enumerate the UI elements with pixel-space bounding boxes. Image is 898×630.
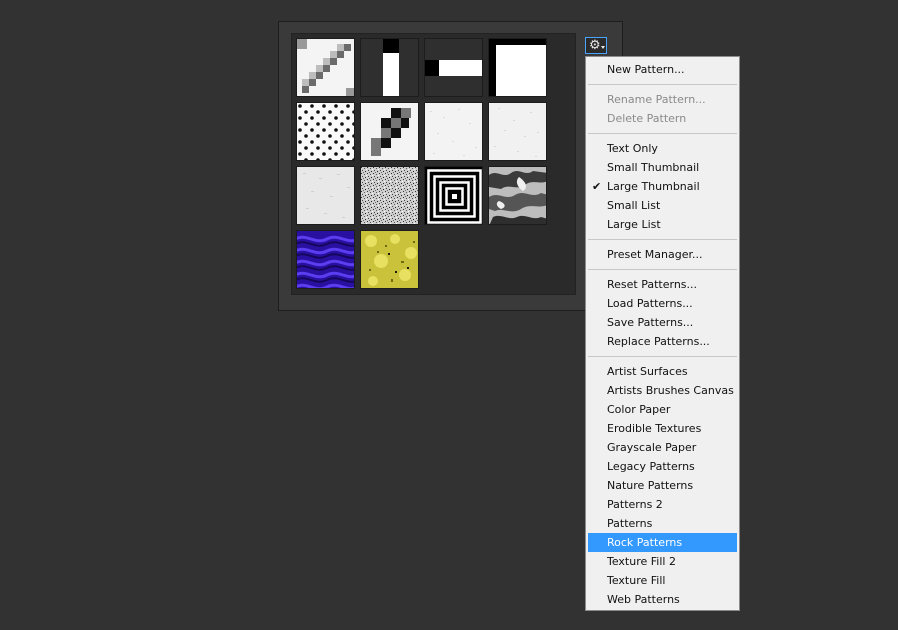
menu-item-new-pattern[interactable]: New Pattern...: [588, 60, 737, 79]
pattern-swatch-paper-light-2[interactable]: [488, 102, 547, 161]
pattern-swatch-diagonal-dark[interactable]: [360, 102, 419, 161]
pattern-swatch-paper-light[interactable]: [424, 102, 483, 161]
menu-item-label: Artists Brushes Canvas: [607, 384, 734, 397]
menu-item-label: Color Paper: [607, 403, 671, 416]
menu-item-label: Small Thumbnail: [607, 161, 700, 174]
menu-item-small-list[interactable]: Small List: [588, 196, 737, 215]
menu-item-reset-patterns[interactable]: Reset Patterns...: [588, 275, 737, 294]
menu-separator: [588, 133, 737, 134]
menu-separator: [588, 356, 737, 357]
menu-item-label: Reset Patterns...: [607, 278, 698, 291]
menu-item-patterns-2[interactable]: Patterns 2: [588, 495, 737, 514]
menu-item-label: New Pattern...: [607, 63, 685, 76]
menu-item-label: Replace Patterns...: [607, 335, 710, 348]
pattern-swatch-vertical-bar[interactable]: [360, 38, 419, 97]
menu-item-web-patterns[interactable]: Web Patterns: [588, 590, 737, 609]
menu-item-nature-patterns[interactable]: Nature Patterns: [588, 476, 737, 495]
menu-separator: [588, 239, 737, 240]
menu-item-save-patterns[interactable]: Save Patterns...: [588, 313, 737, 332]
menu-item-label: Text Only: [607, 142, 658, 155]
menu-item-load-patterns[interactable]: Load Patterns...: [588, 294, 737, 313]
pattern-picker-panel: [278, 21, 623, 311]
menu-item-label: Texture Fill: [607, 574, 666, 587]
menu-item-erodible-textures[interactable]: Erodible Textures: [588, 419, 737, 438]
pattern-swatch-horizontal-bar[interactable]: [424, 38, 483, 97]
menu-item-label: Load Patterns...: [607, 297, 693, 310]
pattern-swatch-camouflage[interactable]: [488, 166, 547, 225]
menu-item-label: Web Patterns: [607, 593, 680, 606]
menu-item-label: Artist Surfaces: [607, 365, 688, 378]
menu-item-label: Nature Patterns: [607, 479, 694, 492]
pattern-settings-button[interactable]: ⚙: [585, 37, 607, 54]
menu-item-label: Texture Fill 2: [607, 555, 676, 568]
menu-item-artist-surfaces[interactable]: Artist Surfaces: [588, 362, 737, 381]
menu-item-large-thumbnail[interactable]: ✔ Large Thumbnail: [588, 177, 737, 196]
pattern-swatch-concentric-squares[interactable]: [424, 166, 483, 225]
menu-item-label: Patterns 2: [607, 498, 663, 511]
menu-item-texture-fill-2[interactable]: Texture Fill 2: [588, 552, 737, 571]
pattern-swatch-paper-gray[interactable]: [296, 166, 355, 225]
pattern-grid: [291, 33, 576, 295]
menu-item-label: Patterns: [607, 517, 653, 530]
menu-item-label: Large List: [607, 218, 661, 231]
chevron-down-icon: [601, 46, 605, 49]
menu-item-label: Rock Patterns: [607, 536, 683, 549]
menu-item-label: Small List: [607, 199, 661, 212]
menu-item-label: Preset Manager...: [607, 248, 703, 261]
pattern-swatch-diagonal-gray[interactable]: [296, 38, 355, 97]
menu-item-artists-brushes-canvas[interactable]: Artists Brushes Canvas: [588, 381, 737, 400]
menu-item-color-paper[interactable]: Color Paper: [588, 400, 737, 419]
menu-item-label: Legacy Patterns: [607, 460, 695, 473]
pattern-swatch-noise[interactable]: [360, 166, 419, 225]
menu-item-label: Delete Pattern: [607, 112, 687, 125]
menu-item-texture-fill[interactable]: Texture Fill: [588, 571, 737, 590]
menu-item-label: Grayscale Paper: [607, 441, 697, 454]
pattern-swatch-corner-frame[interactable]: [488, 38, 547, 97]
gear-icon: ⚙: [589, 38, 601, 53]
pattern-options-menu: New Pattern... Rename Pattern... Delete Pa…: [585, 56, 740, 611]
menu-item-text-only[interactable]: Text Only: [588, 139, 737, 158]
menu-item-replace-patterns[interactable]: Replace Patterns...: [588, 332, 737, 351]
menu-item-label: Large Thumbnail: [607, 180, 700, 193]
menu-item-label: Rename Pattern...: [607, 93, 706, 106]
menu-item-large-list[interactable]: Large List: [588, 215, 737, 234]
menu-item-preset-manager[interactable]: Preset Manager...: [588, 245, 737, 264]
pattern-swatch-yellow-rock[interactable]: [360, 230, 419, 289]
checkmark-icon: ✔: [592, 180, 602, 193]
menu-item-label: Save Patterns...: [607, 316, 694, 329]
menu-item-delete-pattern: Delete Pattern: [588, 109, 737, 128]
pattern-swatch-dots[interactable]: [296, 102, 355, 161]
menu-item-patterns[interactable]: Patterns: [588, 514, 737, 533]
menu-item-small-thumbnail[interactable]: Small Thumbnail: [588, 158, 737, 177]
menu-item-rock-patterns[interactable]: Rock Patterns: [588, 533, 737, 552]
menu-item-legacy-patterns[interactable]: Legacy Patterns: [588, 457, 737, 476]
menu-separator: [588, 269, 737, 270]
menu-item-grayscale-paper[interactable]: Grayscale Paper: [588, 438, 737, 457]
pattern-swatch-blue-waves[interactable]: [296, 230, 355, 289]
menu-item-label: Erodible Textures: [607, 422, 702, 435]
menu-separator: [588, 84, 737, 85]
menu-item-rename-pattern: Rename Pattern...: [588, 90, 737, 109]
